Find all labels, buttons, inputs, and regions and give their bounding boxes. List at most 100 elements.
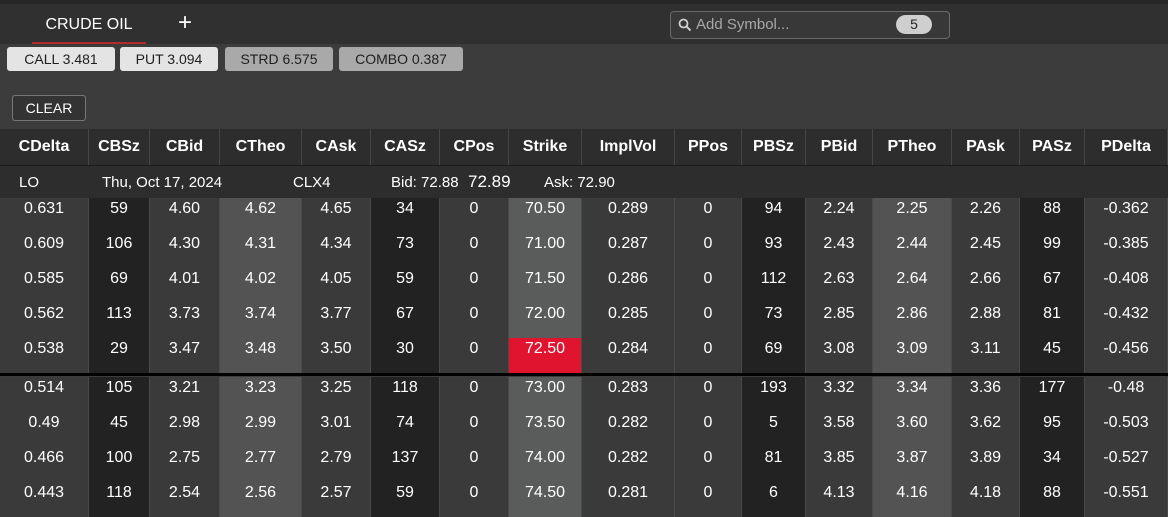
- casz-cell[interactable]: 73: [371, 233, 440, 268]
- cbid-cell[interactable]: 2.75: [150, 447, 220, 482]
- casz-cell[interactable]: 59: [371, 482, 440, 517]
- pbid-cell[interactable]: 3.58: [806, 412, 873, 447]
- ctheo-cell[interactable]: 2.99: [220, 412, 302, 447]
- cask-cell[interactable]: 3.25: [302, 377, 371, 412]
- strike-cell[interactable]: 74.50: [509, 482, 582, 517]
- casz-cell[interactable]: 30: [371, 338, 440, 373]
- cbsz-cell[interactable]: 100: [89, 447, 150, 482]
- strike-cell[interactable]: 71.50: [509, 268, 582, 303]
- strike-cell[interactable]: 71.00: [509, 233, 582, 268]
- ptheo-cell[interactable]: 3.09: [873, 338, 952, 373]
- implvol-cell[interactable]: 0.281: [582, 482, 675, 517]
- ppos-cell[interactable]: 0: [675, 268, 742, 303]
- cbid-cell[interactable]: 4.01: [150, 268, 220, 303]
- ptheo-cell[interactable]: 2.25: [873, 198, 952, 233]
- pbid-cell[interactable]: 2.85: [806, 303, 873, 338]
- column-header-implvol[interactable]: ImplVol: [582, 129, 675, 165]
- implvol-cell[interactable]: 0.286: [582, 268, 675, 303]
- pdelta-cell[interactable]: -0.503: [1085, 412, 1168, 447]
- pasz-cell[interactable]: 88: [1020, 482, 1085, 517]
- pask-cell[interactable]: 3.89: [952, 447, 1020, 482]
- cbid-cell[interactable]: 4.60: [150, 198, 220, 233]
- cdelta-cell[interactable]: 0.538: [0, 338, 89, 373]
- pask-cell[interactable]: 3.36: [952, 377, 1020, 412]
- chain-row[interactable]: 0.538 29 3.47 3.48 3.50 30 0 72.50 0.284 0 69 3.08 3…: [0, 338, 1168, 373]
- implvol-cell[interactable]: 0.282: [582, 447, 675, 482]
- ctheo-cell[interactable]: 3.74: [220, 303, 302, 338]
- pbid-cell[interactable]: 3.32: [806, 377, 873, 412]
- strike-cell[interactable]: 70.50: [509, 198, 582, 233]
- strike-cell[interactable]: 73.50: [509, 412, 582, 447]
- chain-row[interactable]: 0.609 106 4.30 4.31 4.34 73 0 71.00 0.287 0 93 2.43…: [0, 233, 1168, 268]
- casz-cell[interactable]: 59: [371, 268, 440, 303]
- ppos-cell[interactable]: 0: [675, 377, 742, 412]
- cbid-cell[interactable]: 2.54: [150, 482, 220, 517]
- cdelta-cell[interactable]: 0.49: [0, 412, 89, 447]
- strike-cell[interactable]: 72.50: [509, 338, 582, 373]
- strike-cell[interactable]: 74.00: [509, 447, 582, 482]
- strike-cell[interactable]: 73.00: [509, 377, 582, 412]
- cbsz-cell[interactable]: 45: [89, 412, 150, 447]
- pbsz-cell[interactable]: 93: [742, 233, 806, 268]
- column-header-pask[interactable]: PAsk: [952, 129, 1020, 165]
- column-header-pbsz[interactable]: PBSz: [742, 129, 806, 165]
- pbsz-cell[interactable]: 6: [742, 482, 806, 517]
- pasz-cell[interactable]: 45: [1020, 338, 1085, 373]
- pdelta-cell[interactable]: -0.551: [1085, 482, 1168, 517]
- column-header-casz[interactable]: CASz: [371, 129, 440, 165]
- ptheo-cell[interactable]: 3.87: [873, 447, 952, 482]
- ptheo-cell[interactable]: 3.34: [873, 377, 952, 412]
- column-header-pdelta[interactable]: PDelta: [1085, 129, 1168, 165]
- pask-cell[interactable]: 2.88: [952, 303, 1020, 338]
- clear-button[interactable]: CLEAR: [12, 95, 86, 121]
- chain-row[interactable]: 0.514 105 3.21 3.23 3.25 118 0 73.00 0.283 0 193 3.…: [0, 377, 1168, 412]
- cbsz-cell[interactable]: 118: [89, 482, 150, 517]
- casz-cell[interactable]: 67: [371, 303, 440, 338]
- cbid-cell[interactable]: 4.30: [150, 233, 220, 268]
- cpos-cell[interactable]: 0: [440, 233, 509, 268]
- chain-row[interactable]: 0.631 59 4.60 4.62 4.65 34 0 70.50 0.289 0 94 2.24 2…: [0, 198, 1168, 233]
- cdelta-cell[interactable]: 0.562: [0, 303, 89, 338]
- cask-cell[interactable]: 2.79: [302, 447, 371, 482]
- pbid-cell[interactable]: 2.63: [806, 268, 873, 303]
- implvol-cell[interactable]: 0.285: [582, 303, 675, 338]
- pask-cell[interactable]: 3.62: [952, 412, 1020, 447]
- column-header-pbid[interactable]: PBid: [806, 129, 873, 165]
- ppos-cell[interactable]: 0: [675, 447, 742, 482]
- pdelta-cell[interactable]: -0.385: [1085, 233, 1168, 268]
- pdelta-cell[interactable]: -0.48: [1085, 377, 1168, 412]
- implvol-cell[interactable]: 0.287: [582, 233, 675, 268]
- pbsz-cell[interactable]: 69: [742, 338, 806, 373]
- cask-cell[interactable]: 3.77: [302, 303, 371, 338]
- ptheo-cell[interactable]: 4.16: [873, 482, 952, 517]
- column-header-cbsz[interactable]: CBSz: [89, 129, 150, 165]
- add-symbol-search[interactable]: 5: [670, 11, 950, 39]
- casz-cell[interactable]: 118: [371, 377, 440, 412]
- casz-cell[interactable]: 34: [371, 198, 440, 233]
- cbid-cell[interactable]: 3.73: [150, 303, 220, 338]
- ctheo-cell[interactable]: 4.62: [220, 198, 302, 233]
- column-header-cask[interactable]: CAsk: [302, 129, 371, 165]
- cpos-cell[interactable]: 0: [440, 482, 509, 517]
- cask-cell[interactable]: 4.65: [302, 198, 371, 233]
- add-tab-button[interactable]: +: [172, 10, 198, 36]
- cpos-cell[interactable]: 0: [440, 198, 509, 233]
- ctheo-cell[interactable]: 3.23: [220, 377, 302, 412]
- cpos-cell[interactable]: 0: [440, 377, 509, 412]
- ppos-cell[interactable]: 0: [675, 482, 742, 517]
- straddle-price-button[interactable]: STRD 6.575: [225, 47, 333, 71]
- implvol-cell[interactable]: 0.283: [582, 377, 675, 412]
- pask-cell[interactable]: 3.11: [952, 338, 1020, 373]
- combo-price-button[interactable]: COMBO 0.387: [339, 47, 463, 71]
- cpos-cell[interactable]: 0: [440, 447, 509, 482]
- pdelta-cell[interactable]: -0.408: [1085, 268, 1168, 303]
- pasz-cell[interactable]: 88: [1020, 198, 1085, 233]
- pdelta-cell[interactable]: -0.432: [1085, 303, 1168, 338]
- pbid-cell[interactable]: 2.43: [806, 233, 873, 268]
- ppos-cell[interactable]: 0: [675, 412, 742, 447]
- pbsz-cell[interactable]: 81: [742, 447, 806, 482]
- pdelta-cell[interactable]: -0.362: [1085, 198, 1168, 233]
- pbsz-cell[interactable]: 5: [742, 412, 806, 447]
- ptheo-cell[interactable]: 2.64: [873, 268, 952, 303]
- casz-cell[interactable]: 74: [371, 412, 440, 447]
